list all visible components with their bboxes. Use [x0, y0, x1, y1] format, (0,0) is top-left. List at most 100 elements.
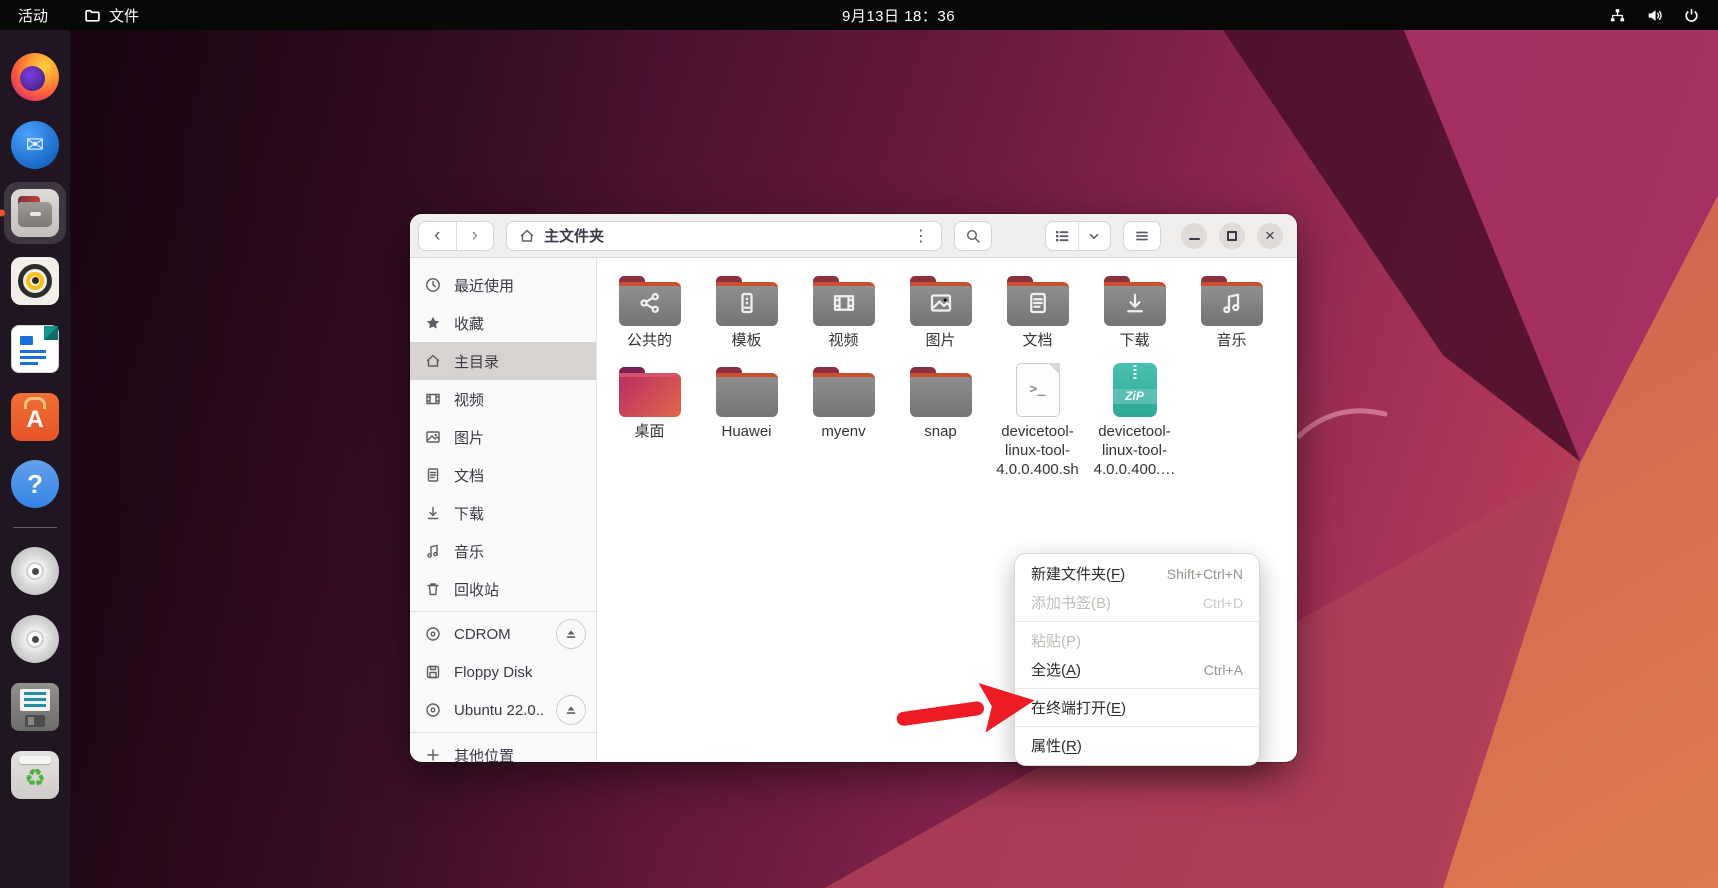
view-toggle-group — [1045, 221, 1111, 251]
file-label: Huawei — [721, 423, 771, 442]
dock-divider — [13, 527, 57, 528]
file-item[interactable]: 文档 — [989, 268, 1086, 351]
forward-button[interactable]: › — [456, 222, 494, 250]
sidebar-item-ubuntu-disc[interactable]: Ubuntu 22.0... — [410, 691, 596, 729]
folder-icon — [813, 367, 875, 417]
sidebar-item-starred[interactable]: 收藏 — [410, 304, 596, 342]
dock-item-firefox[interactable] — [4, 46, 66, 108]
sidebar-label: 回收站 — [454, 579, 586, 600]
chevron-down-icon — [1087, 229, 1101, 243]
search-button[interactable] — [954, 221, 992, 251]
menu-item-select-all[interactable]: 全选(A) Ctrl+A — [1015, 655, 1259, 684]
menu-item-properties[interactable]: 属性(R) — [1015, 731, 1259, 760]
sidebar-label: 最近使用 — [454, 275, 586, 296]
hamburger-icon — [1134, 228, 1150, 244]
power-icon[interactable] — [1683, 7, 1700, 24]
clock[interactable]: 9月13日 18：36 — [842, 0, 955, 30]
nav-group: ‹ › — [418, 221, 494, 251]
menu-item-add-bookmark: 添加书签(B) Ctrl+D — [1015, 588, 1259, 617]
sidebar-item-recent[interactable]: 最近使用 — [410, 266, 596, 304]
menu-item-open-in-terminal[interactable]: 在终端打开(E) — [1015, 693, 1259, 722]
sidebar-divider — [410, 732, 596, 733]
folder-icon — [716, 276, 778, 326]
dock-item-floppy[interactable] — [4, 676, 66, 738]
list-view-button[interactable] — [1046, 222, 1078, 250]
eject-icon — [564, 703, 578, 717]
dock-item-rhythmbox[interactable] — [4, 250, 66, 312]
file-item[interactable]: myenv — [795, 359, 892, 480]
network-icon[interactable] — [1609, 7, 1626, 24]
eject-button[interactable] — [556, 619, 586, 649]
dock-item-files[interactable] — [4, 182, 66, 244]
close-button[interactable]: × — [1257, 223, 1283, 249]
star-icon — [425, 315, 441, 331]
sidebar-label: 图片 — [454, 427, 586, 448]
file-item[interactable]: 桌面 — [601, 359, 698, 480]
file-item[interactable]: 公共的 — [601, 268, 698, 351]
floppy-icon — [11, 683, 59, 731]
context-menu: 新建文件夹(F) Shift+Ctrl+N 添加书签(B) Ctrl+D 粘贴(… — [1014, 553, 1260, 766]
file-label: devicetool-linux-tool-4.0.0.400.… — [1086, 423, 1183, 480]
file-item[interactable]: 视频 — [795, 268, 892, 351]
file-item[interactable]: snap — [892, 359, 989, 480]
menu-item-new-folder[interactable]: 新建文件夹(F) Shift+Ctrl+N — [1015, 559, 1259, 588]
dock-item-ubuntu-software[interactable]: A — [4, 386, 66, 448]
file-item[interactable]: 模板 — [698, 268, 795, 351]
sidebar-item-floppy[interactable]: Floppy Disk — [410, 653, 596, 691]
sidebar-item-music[interactable]: 音乐 — [410, 532, 596, 570]
sidebar-item-trash[interactable]: 回收站 — [410, 570, 596, 608]
help-icon: ? — [11, 460, 59, 508]
desktop-folder-icon — [619, 367, 681, 417]
activities-button[interactable]: 活动 — [18, 5, 48, 26]
sidebar-item-videos[interactable]: 视频 — [410, 380, 596, 418]
minimize-button[interactable] — [1181, 223, 1207, 249]
image-icon — [425, 429, 441, 445]
sidebar-item-other-locations[interactable]: 其他位置 — [410, 736, 596, 762]
folder-icon — [813, 276, 875, 326]
eject-button[interactable] — [556, 695, 586, 725]
file-label: 视频 — [828, 332, 858, 351]
folder-icon — [716, 367, 778, 417]
file-item[interactable]: >_ devicetool-linux-tool-4.0.0.400.sh — [989, 359, 1086, 480]
file-item[interactable]: 下载 — [1086, 268, 1183, 351]
file-item[interactable]: 图片 — [892, 268, 989, 351]
volume-icon[interactable] — [1646, 7, 1663, 24]
sidebar-label: 音乐 — [454, 541, 586, 562]
file-label: 模板 — [731, 332, 761, 351]
back-button[interactable]: ‹ — [419, 222, 456, 250]
file-item[interactable]: 音乐 — [1183, 268, 1280, 351]
sidebar-item-cdrom[interactable]: CDROM — [410, 615, 596, 653]
plus-icon — [425, 747, 441, 762]
maximize-button[interactable] — [1219, 223, 1245, 249]
floppy-icon — [425, 664, 441, 680]
zip-badge: ZiP — [1113, 389, 1157, 403]
dock: A ? ♻ — [0, 30, 70, 888]
sidebar-item-downloads[interactable]: 下载 — [410, 494, 596, 532]
dock-item-app-grid[interactable] — [4, 812, 66, 874]
sidebar-item-pictures[interactable]: 图片 — [410, 418, 596, 456]
sidebar-item-documents[interactable]: 文档 — [410, 456, 596, 494]
file-item[interactable]: Huawei — [698, 359, 795, 480]
document-icon — [425, 467, 441, 483]
file-item[interactable]: ZiP devicetool-linux-tool-4.0.0.400.… — [1086, 359, 1183, 480]
dock-item-help[interactable]: ? — [4, 454, 66, 516]
dock-item-trash[interactable]: ♻ — [4, 744, 66, 806]
folder-icon — [1201, 276, 1263, 326]
shell-script-icon: >_ — [1016, 363, 1060, 417]
template-emblem-icon — [735, 291, 759, 315]
optical-disc-icon — [425, 626, 441, 642]
path-bar[interactable]: 主文件夹 ⋮ — [506, 221, 942, 251]
view-options-dropdown[interactable] — [1078, 222, 1111, 250]
dock-item-thunderbird[interactable] — [4, 114, 66, 176]
dock-item-ubuntu-disc[interactable] — [4, 608, 66, 670]
sidebar-label: 收藏 — [454, 313, 586, 334]
folder-icon — [910, 276, 972, 326]
current-location-label: 主文件夹 — [544, 225, 898, 246]
focused-app-menu[interactable]: 文件 — [84, 5, 139, 26]
files-icon — [11, 189, 59, 237]
sidebar-item-home[interactable]: 主目录 — [410, 342, 596, 380]
location-menu-button[interactable]: ⋮ — [907, 226, 935, 246]
dock-item-cdrom[interactable] — [4, 540, 66, 602]
dock-item-libreoffice-writer[interactable] — [4, 318, 66, 380]
main-menu-button[interactable] — [1123, 221, 1161, 251]
